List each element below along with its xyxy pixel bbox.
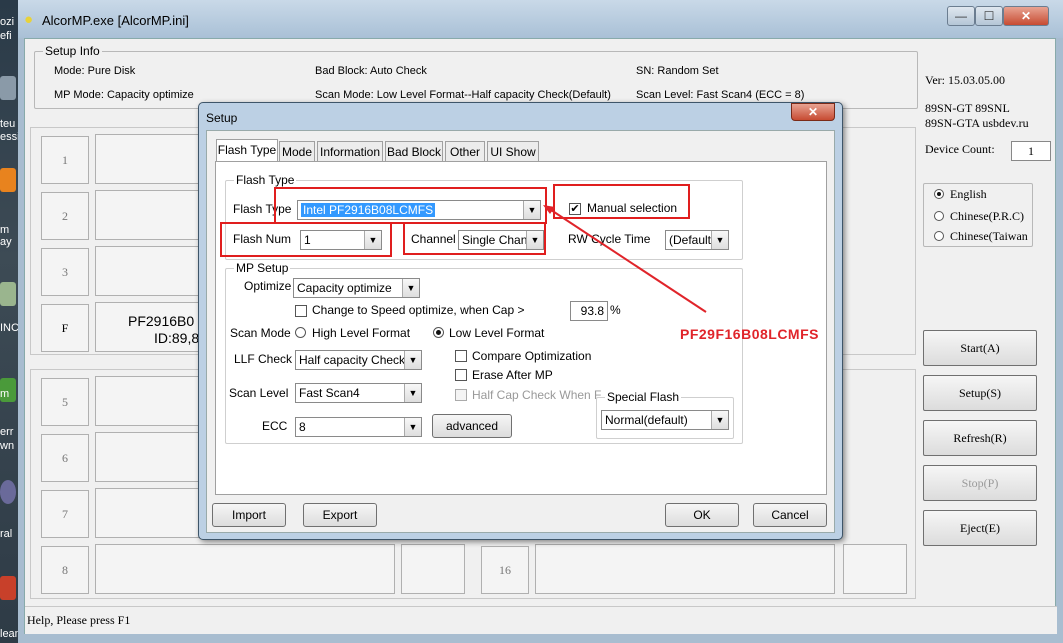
annotation-label: PF29F16B08LCMFS [680,326,819,342]
annotation-arrow-icon [543,205,707,313]
